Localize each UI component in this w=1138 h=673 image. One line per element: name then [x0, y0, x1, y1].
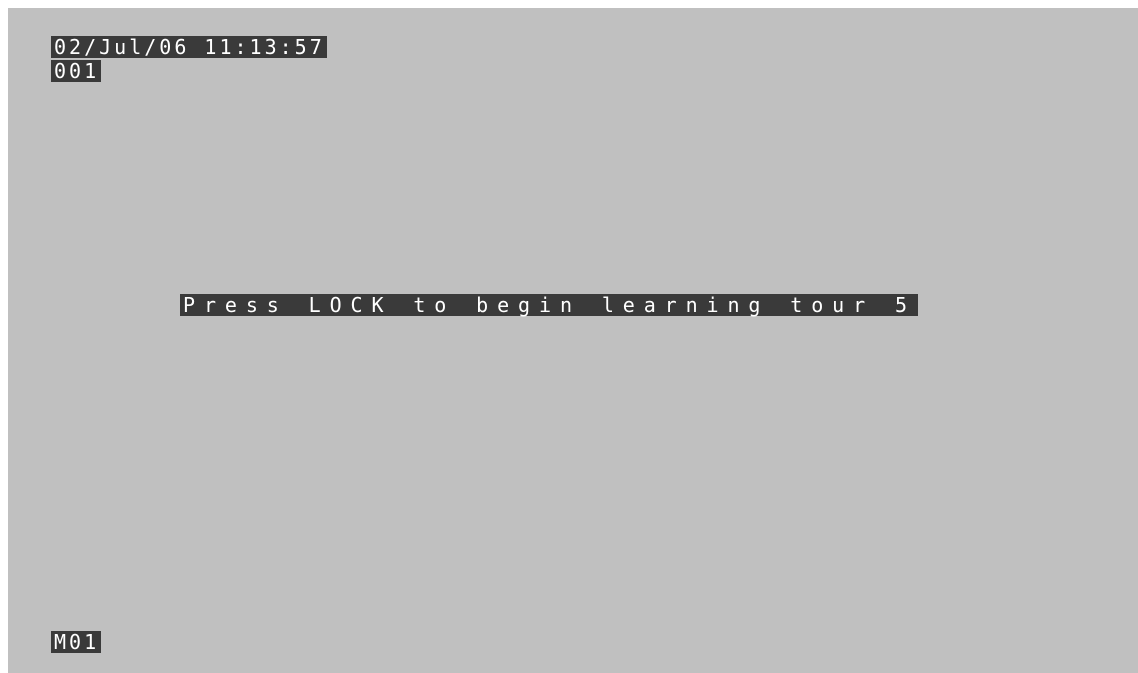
monitor-id-overlay: M01	[51, 631, 102, 653]
datetime-overlay: 02/Jul/06 11:13:57	[51, 36, 327, 58]
camera-number-overlay: 001	[51, 60, 102, 82]
tour-instruction-message: Press LOCK to begin learning tour 5	[180, 294, 918, 316]
video-monitor-screen: 02/Jul/06 11:13:57 001 Press LOCK to beg…	[8, 8, 1138, 673]
